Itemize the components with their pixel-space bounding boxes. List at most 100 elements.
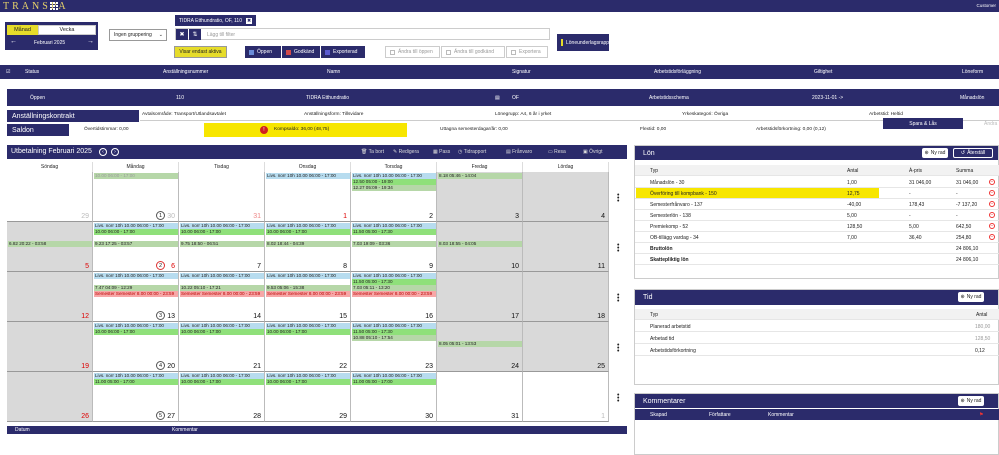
tab-month[interactable]: Månad	[7, 25, 38, 35]
row-menu-icon[interactable]: • • •	[617, 192, 619, 205]
calendar-event[interactable]: 9.23 17:25 - 03:57	[94, 241, 178, 247]
approved-button[interactable]: Godkänd	[282, 46, 320, 58]
col-author[interactable]: Författare	[709, 412, 731, 418]
time-row[interactable]: Arbetstidsförkortning 0,12	[635, 345, 999, 356]
calendar-day-cell[interactable]: 12	[7, 272, 93, 322]
col-datum[interactable]: Datum	[15, 427, 30, 433]
col-price[interactable]: À-pris	[909, 168, 922, 174]
calendar-day-cell[interactable]: 8.05 05:01 - 13:53 24	[437, 322, 523, 372]
col-status[interactable]: Status	[25, 69, 39, 75]
calendar-day-cell[interactable]: Livs. norr 10h 10.00 06:00 - 17:00 10.00 …	[179, 222, 265, 272]
calendar-event[interactable]: Semester Semester 8.00 00:00 - 23:59	[352, 291, 436, 297]
sort-filter-button[interactable]: ⇅	[189, 29, 201, 40]
next-period-button[interactable]: ›	[111, 148, 119, 156]
close-icon[interactable]: ✖	[246, 17, 253, 24]
remove-icon[interactable]: −	[989, 179, 995, 185]
calendar-event[interactable]: Semester Semester 8.00 00:00 - 23:59	[266, 291, 350, 297]
calendar-event[interactable]: 11.00 05:00 - 17:00	[352, 379, 436, 385]
calendar-event[interactable]: 10.00 06:00 - 17:00	[266, 329, 350, 335]
col-employee-no[interactable]: Anställningsnummer	[163, 69, 208, 75]
calendar-event[interactable]: 10.00 06:00 - 17:00	[180, 329, 264, 335]
calendar-day-cell[interactable]: Livs. norr 10h 10.00 06:00 - 17:00 11.00 …	[93, 372, 179, 422]
remove-icon[interactable]: −	[989, 223, 995, 229]
calendar-event[interactable]: 10.88 05:10 - 17:54	[352, 335, 436, 341]
col-validity[interactable]: Giltighet	[814, 69, 832, 75]
calendar-event[interactable]: 12.27 05:09 - 19:34	[352, 185, 436, 191]
comments-add-row-button[interactable]: ⊕ Ny rad	[958, 396, 984, 406]
calendar-day-cell[interactable]: Livs. norr 10h 10.00 06:00 - 17:00 10.00 …	[265, 372, 351, 422]
col-type[interactable]: Typ	[650, 168, 658, 174]
col-signature[interactable]: Signatur	[512, 69, 531, 75]
delete-button[interactable]: 🗑 Ta bort	[361, 149, 384, 155]
calendar-event[interactable]: 11.50 05:00 - 17:30	[352, 229, 436, 235]
col-qty[interactable]: Antal	[847, 168, 858, 174]
calendar-event[interactable]: 11.00 05:00 - 17:00	[94, 379, 178, 385]
calendar-day-cell[interactable]: 8.03 18:55 - 04:05 10	[437, 222, 523, 272]
calendar-event[interactable]: 8.03 18:55 - 04:05	[438, 241, 522, 247]
remove-icon[interactable]: −	[989, 201, 995, 207]
calendar-day-cell[interactable]: 26	[7, 372, 93, 422]
calendar-day-cell[interactable]: 29	[7, 172, 93, 222]
row-menu-icon[interactable]: • • •	[617, 342, 619, 355]
col-schedule[interactable]: Arbetstidsförläggning	[654, 69, 701, 75]
prev-month-button[interactable]: ←	[10, 38, 17, 45]
next-month-button[interactable]: →	[87, 38, 94, 45]
tab-week[interactable]: Vecka	[38, 25, 96, 35]
salary-add-row-button[interactable]: ⊕ Ny rad	[922, 148, 948, 158]
calendar-event[interactable]: 8.05 05:01 - 13:53	[438, 341, 522, 347]
prev-period-button[interactable]: ‹	[99, 148, 107, 156]
col-qty[interactable]: Antal	[976, 312, 987, 318]
salary-row[interactable]: Semesterlön - 138 5,00 - - −	[635, 210, 999, 221]
calendar-event[interactable]: 10.00 06:00 - 17:00	[94, 229, 178, 235]
salary-row[interactable]: Bruttolön 24 806,10	[635, 243, 999, 254]
calendar-event[interactable]: 10.00 06:00 - 17:00	[266, 379, 350, 385]
remove-icon[interactable]: −	[989, 234, 995, 240]
calendar-day-cell[interactable]: 11	[523, 222, 609, 272]
show-active-button[interactable]: Visar endast aktiva	[174, 46, 227, 58]
row-menu-icon[interactable]: • • •	[617, 242, 619, 255]
calendar-event[interactable]: 10.00 06:00 - 17:00	[180, 229, 264, 235]
calendar-event[interactable]: 6.82 20:22 - 03:58	[8, 241, 92, 247]
absence-button[interactable]: ▤ Frånvaro	[506, 149, 532, 155]
calendar-event[interactable]: 8.18 05:46 - 14:04	[438, 173, 522, 179]
calendar-event[interactable]: Livs. norr 10h 10.00 06:00 - 17:00	[266, 173, 350, 179]
calendar-day-cell[interactable]: Livs. norr 10h 10.00 06:00 - 17:00 9.53 0…	[265, 272, 351, 322]
calendar-day-cell[interactable]: 31	[179, 172, 265, 222]
col-created[interactable]: Skapad	[650, 412, 667, 418]
salary-row[interactable]: Semesterfrånvaro - 137 -40,00 178,43 -7 137…	[635, 199, 999, 210]
calendar-day-cell[interactable]: 8.18 05:46 - 14:04 3	[437, 172, 523, 222]
calendar-event[interactable]: 7.03 19:09 - 03:36	[352, 241, 436, 247]
change-approved-button[interactable]: Ändra till godkänd	[441, 46, 505, 58]
change-button[interactable]: Ändra	[984, 121, 997, 127]
time-add-row-button[interactable]: ⊕ Ny rad	[958, 292, 984, 302]
calendar-event[interactable]: Semester Semester 8.00 00:00 - 23:59	[94, 291, 178, 297]
travel-button[interactable]: ▭ Resa	[548, 149, 566, 155]
calendar-event[interactable]: 9.75 18:50 - 06:51	[180, 241, 264, 247]
calendar-day-cell[interactable]: Livs. norr 10h 10.00 06:00 - 17:00 10.00 …	[265, 322, 351, 372]
calendar-day-cell[interactable]: 10.00 06:00 - 17:00 30 1	[93, 172, 179, 222]
calendar-day-cell[interactable]: Livs. norr 10h 10.00 06:00 - 17:00 11.50 …	[351, 272, 437, 322]
timereport-button[interactable]: ◷ Tidrapport	[458, 149, 486, 155]
calendar-day-cell[interactable]: Livs. norr 10h 10.00 06:00 - 17:00 10.00 …	[93, 322, 179, 372]
calendar-day-cell[interactable]: Livs. norr 10h 10.00 06:00 - 17:00 10.00 …	[265, 222, 351, 272]
calendar-day-cell[interactable]: 19	[7, 322, 93, 372]
change-open-button[interactable]: Ändra till öppen	[385, 46, 440, 58]
calendar-day-cell[interactable]: Livs. norr 10h 10.00 06:00 - 17:00 11.50 …	[351, 322, 437, 372]
calendar-day-cell[interactable]: Livs. norr 10h 10.00 06:00 - 17:00 10.00 …	[179, 372, 265, 422]
calendar-event[interactable]: 10.00 06:00 - 17:00	[180, 379, 264, 385]
exported-button[interactable]: Exporterad	[321, 46, 365, 58]
remove-icon[interactable]: −	[989, 190, 995, 196]
calendar-event[interactable]: Livs. norr 10h 10.00 06:00 - 17:00	[180, 273, 264, 279]
filter-chip[interactable]: TIDRA Etthundratio, OF, 110 ✖	[175, 15, 256, 26]
salary-row[interactable]: OB-tillägg vardag - 34 7,00 36,40 254,80 −	[635, 232, 999, 243]
remove-icon[interactable]: −	[989, 212, 995, 218]
open-button[interactable]: Öppen	[245, 46, 281, 58]
calendar-day-cell[interactable]: 1	[523, 372, 609, 422]
calendar-day-cell[interactable]: 31	[437, 372, 523, 422]
calendar-event[interactable]: Semester Semester 8.00 00:00 - 23:59	[180, 291, 264, 297]
row-menu-icon[interactable]: • • •	[617, 392, 619, 405]
col-name[interactable]: Namn	[327, 69, 340, 75]
time-row[interactable]: Planerad arbetstid 180,00	[635, 321, 999, 332]
calendar-day-cell[interactable]: 6.82 20:22 - 03:58 5	[7, 222, 93, 272]
salary-reset-button[interactable]: ↺ Återställ	[953, 148, 993, 158]
